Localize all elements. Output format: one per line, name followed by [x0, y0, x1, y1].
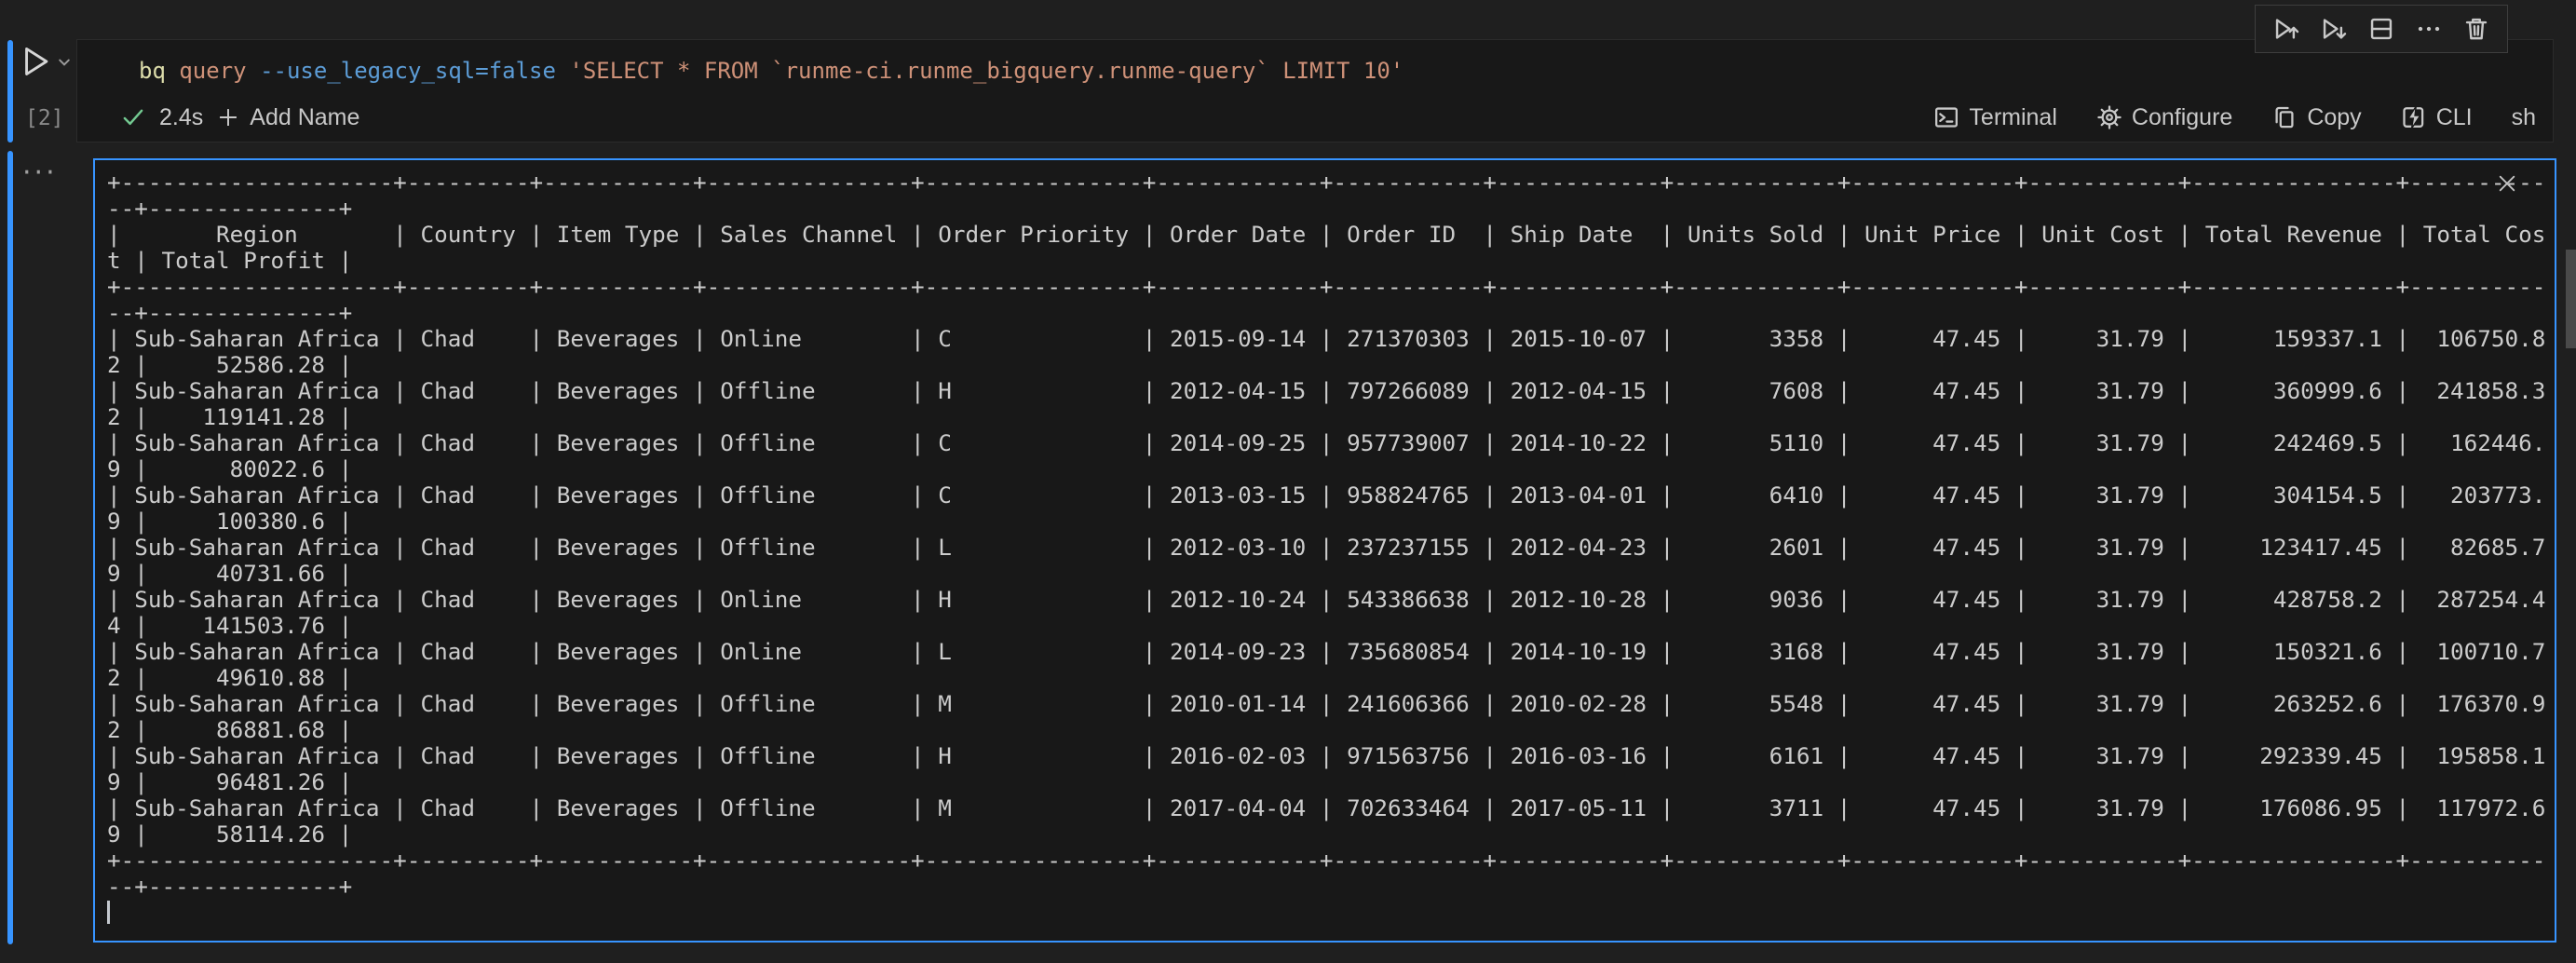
gear-icon	[2096, 104, 2122, 130]
terminal-output: +--------------------+---------+--------…	[93, 158, 2556, 943]
terminal-button[interactable]: Terminal	[1933, 104, 2056, 131]
execute-below-button[interactable]	[2318, 13, 2350, 45]
command-token-bq: bq	[139, 58, 179, 84]
more-actions-button[interactable]	[2413, 13, 2445, 45]
configure-button[interactable]: Configure	[2096, 104, 2232, 131]
command-editor[interactable]: bq query --use_legacy_sql=false 'SELECT …	[139, 57, 1403, 85]
cli-button[interactable]: CLI	[2401, 104, 2473, 131]
cell-more-menu[interactable]: ···	[22, 156, 58, 189]
command-token-query: query	[179, 58, 260, 84]
close-output-button[interactable]	[2495, 171, 2519, 196]
terminal-label: Terminal	[1969, 104, 2056, 131]
ellipsis-icon	[2415, 15, 2443, 43]
close-icon	[2495, 171, 2519, 196]
run-cell-button[interactable]	[19, 44, 54, 79]
zap-icon	[2401, 104, 2427, 130]
command-token-sql-string: 'SELECT * FROM `runme-ci.runme_bigquery.…	[569, 58, 1403, 84]
terminal-cursor	[107, 901, 110, 924]
configure-label: Configure	[2132, 104, 2232, 131]
run-options-chevron-down-icon[interactable]	[54, 52, 75, 73]
command-token-flag: --use_legacy_sql=false	[260, 58, 569, 84]
terminal-text: +--------------------+---------+--------…	[107, 170, 2545, 900]
editor-scrollbar[interactable]	[2566, 250, 2576, 348]
split-cell-button[interactable]	[2366, 13, 2397, 45]
language-indicator[interactable]: sh	[2512, 104, 2536, 131]
cli-label: CLI	[2436, 104, 2473, 131]
terminal-icon	[1933, 104, 1959, 130]
copy-button[interactable]: Copy	[2271, 104, 2361, 131]
status-right: Terminal Configure Copy	[1933, 104, 2536, 131]
run-below-icon	[2320, 15, 2348, 43]
execute-above-button[interactable]	[2271, 13, 2302, 45]
code-cell: bq query --use_legacy_sql=false 'SELECT …	[76, 39, 2554, 142]
play-icon	[19, 44, 54, 79]
add-name-button[interactable]: Add Name	[216, 104, 359, 131]
notebook-cell-screen: [2] ··· bq query --use_legacy_sql=false …	[0, 0, 2576, 963]
output-focus-bar	[7, 151, 13, 944]
execution-count: [2]	[25, 106, 64, 130]
plus-icon	[216, 105, 240, 129]
trash-icon	[2462, 15, 2490, 43]
execution-duration: 2.4s	[159, 104, 203, 131]
delete-cell-button[interactable]	[2461, 13, 2492, 45]
run-above-icon	[2272, 15, 2300, 43]
cell-toolbar	[2255, 5, 2508, 53]
copy-icon	[2271, 104, 2298, 130]
split-cell-icon	[2367, 15, 2395, 43]
cell-focus-bar	[7, 40, 13, 142]
cell-status-bar: 2.4s Add Name Terminal	[120, 98, 2536, 137]
copy-label: Copy	[2307, 104, 2361, 131]
add-name-label: Add Name	[250, 104, 359, 131]
success-check-icon	[120, 104, 146, 130]
status-left: 2.4s Add Name	[120, 104, 359, 131]
